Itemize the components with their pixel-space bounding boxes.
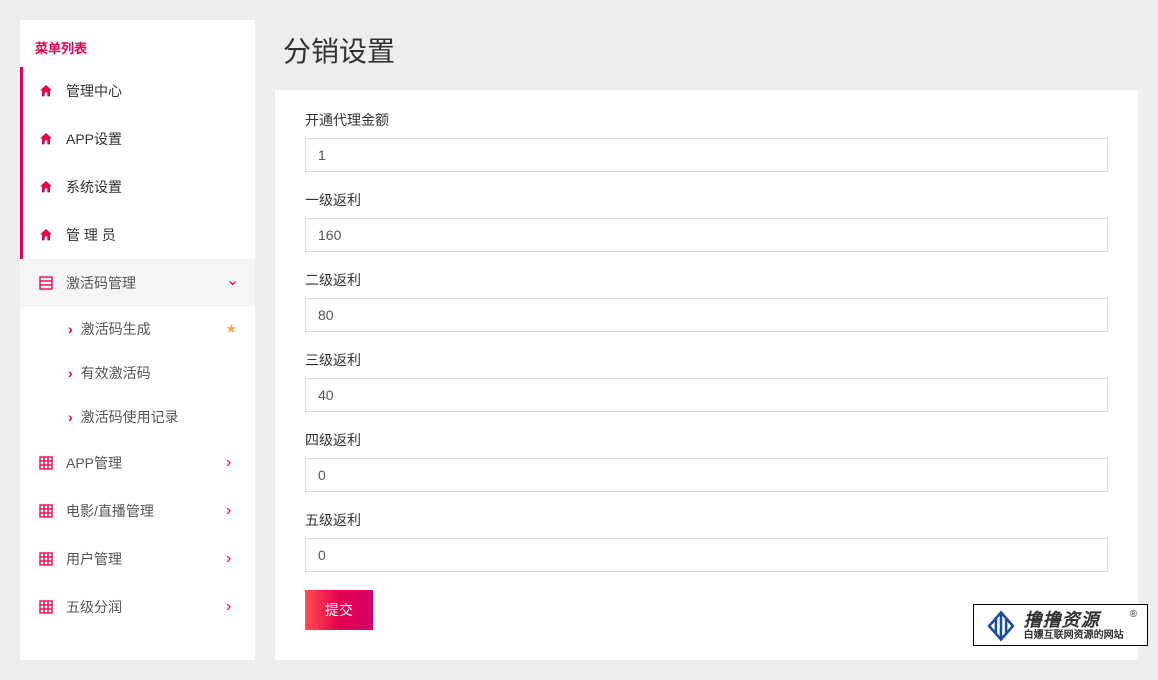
home-icon	[38, 131, 54, 147]
sidebar-item-2[interactable]: 系统设置	[20, 163, 255, 211]
form-input-3[interactable]	[305, 378, 1108, 412]
sidebar-item-label: 管理中心	[66, 81, 240, 101]
chevron-right-icon	[226, 550, 240, 568]
submenu-item-label: 激活码使用记录	[81, 407, 179, 427]
form-label: 四级返利	[305, 430, 1108, 450]
chevron-right-icon: ›	[68, 365, 73, 381]
sidebar-item-5[interactable]: APP管理	[20, 439, 255, 487]
sidebar-header: 菜单列表	[20, 20, 255, 67]
sidebar-item-label: 激活码管理	[66, 273, 226, 293]
chevron-right-icon	[226, 454, 240, 472]
submenu-item-2[interactable]: › 激活码使用记录	[20, 395, 255, 439]
sidebar-item-1[interactable]: APP设置	[20, 115, 255, 163]
sidebar-item-label: 管 理 员	[66, 225, 240, 245]
form-label: 五级返利	[305, 510, 1108, 530]
sidebar-item-3[interactable]: 管 理 员	[20, 211, 255, 259]
sidebar-item-label: 五级分润	[66, 597, 226, 617]
sidebar-item-label: APP管理	[66, 453, 226, 473]
sidebar-item-label: 用户管理	[66, 549, 226, 569]
form-input-0[interactable]	[305, 138, 1108, 172]
page-title: 分销设置	[283, 30, 1138, 70]
home-icon	[38, 179, 54, 195]
submenu-item-1[interactable]: › 有效激活码	[20, 351, 255, 395]
watermark-badge: 撸撸资源 白嫖互联网资源的网站 ®	[973, 604, 1148, 646]
sidebar-item-4[interactable]: 激活码管理	[20, 259, 255, 307]
sidebar-item-label: 电影/直播管理	[66, 501, 226, 521]
sidebar-item-label: 系统设置	[66, 177, 240, 197]
grid-icon	[38, 503, 54, 519]
sidebar-item-8[interactable]: 五级分润	[20, 583, 255, 631]
form-label: 三级返利	[305, 350, 1108, 370]
form-input-4[interactable]	[305, 458, 1108, 492]
sidebar-item-label: APP设置	[66, 129, 240, 149]
chevron-right-icon: ›	[68, 409, 73, 425]
form-group-4: 四级返利	[305, 430, 1108, 492]
form-input-2[interactable]	[305, 298, 1108, 332]
grid-icon	[38, 455, 54, 471]
form-group-2: 二级返利	[305, 270, 1108, 332]
form-card: 开通代理金额一级返利二级返利三级返利四级返利五级返利提交	[275, 90, 1138, 660]
star-icon: ★	[225, 321, 237, 337]
form-label: 二级返利	[305, 270, 1108, 290]
submit-button[interactable]: 提交	[305, 590, 373, 630]
sidebar-item-0[interactable]: 管理中心	[20, 67, 255, 115]
submenu-item-0[interactable]: › 激活码生成 ★	[20, 307, 255, 351]
form-label: 开通代理金额	[305, 110, 1108, 130]
submenu-item-label: 激活码生成	[81, 319, 151, 339]
form-group-1: 一级返利	[305, 190, 1108, 252]
main-content: 分销设置 开通代理金额一级返利二级返利三级返利四级返利五级返利提交	[275, 20, 1138, 660]
watermark-registered: ®	[1130, 609, 1137, 620]
form-group-5: 五级返利	[305, 510, 1108, 572]
chevron-right-icon	[226, 502, 240, 520]
sidebar-item-6[interactable]: 电影/直播管理	[20, 487, 255, 535]
sidebar: 菜单列表 管理中心 APP设置系统设置管 理 员激活码管理 › 激活码生成 ★ › 有效激活…	[20, 20, 255, 660]
grid-icon	[38, 599, 54, 615]
home-icon	[38, 83, 54, 99]
chevron-right-icon: ›	[68, 321, 73, 337]
watermark-title: 撸撸资源	[1024, 611, 1124, 631]
home-icon	[38, 227, 54, 243]
submenu: › 激活码生成 ★ › 有效激活码 › 激活码使用记录	[20, 307, 255, 439]
form-group-0: 开通代理金额	[305, 110, 1108, 172]
chevron-right-icon	[226, 598, 240, 616]
watermark-subtitle: 白嫖互联网资源的网站	[1024, 630, 1124, 641]
form-group-3: 三级返利	[305, 350, 1108, 412]
sidebar-item-7[interactable]: 用户管理	[20, 535, 255, 583]
sidebar-nav: 管理中心 APP设置系统设置管 理 员激活码管理 › 激活码生成 ★ › 有效激活码 › 激活码…	[20, 67, 255, 631]
chevron-down-icon	[226, 273, 240, 293]
distribution-settings-form: 开通代理金额一级返利二级返利三级返利四级返利五级返利提交	[305, 110, 1108, 630]
grid-icon	[38, 551, 54, 567]
watermark-logo-icon	[984, 609, 1018, 643]
list-icon	[38, 275, 54, 291]
form-input-5[interactable]	[305, 538, 1108, 572]
submenu-item-label: 有效激活码	[81, 363, 151, 383]
form-label: 一级返利	[305, 190, 1108, 210]
form-input-1[interactable]	[305, 218, 1108, 252]
